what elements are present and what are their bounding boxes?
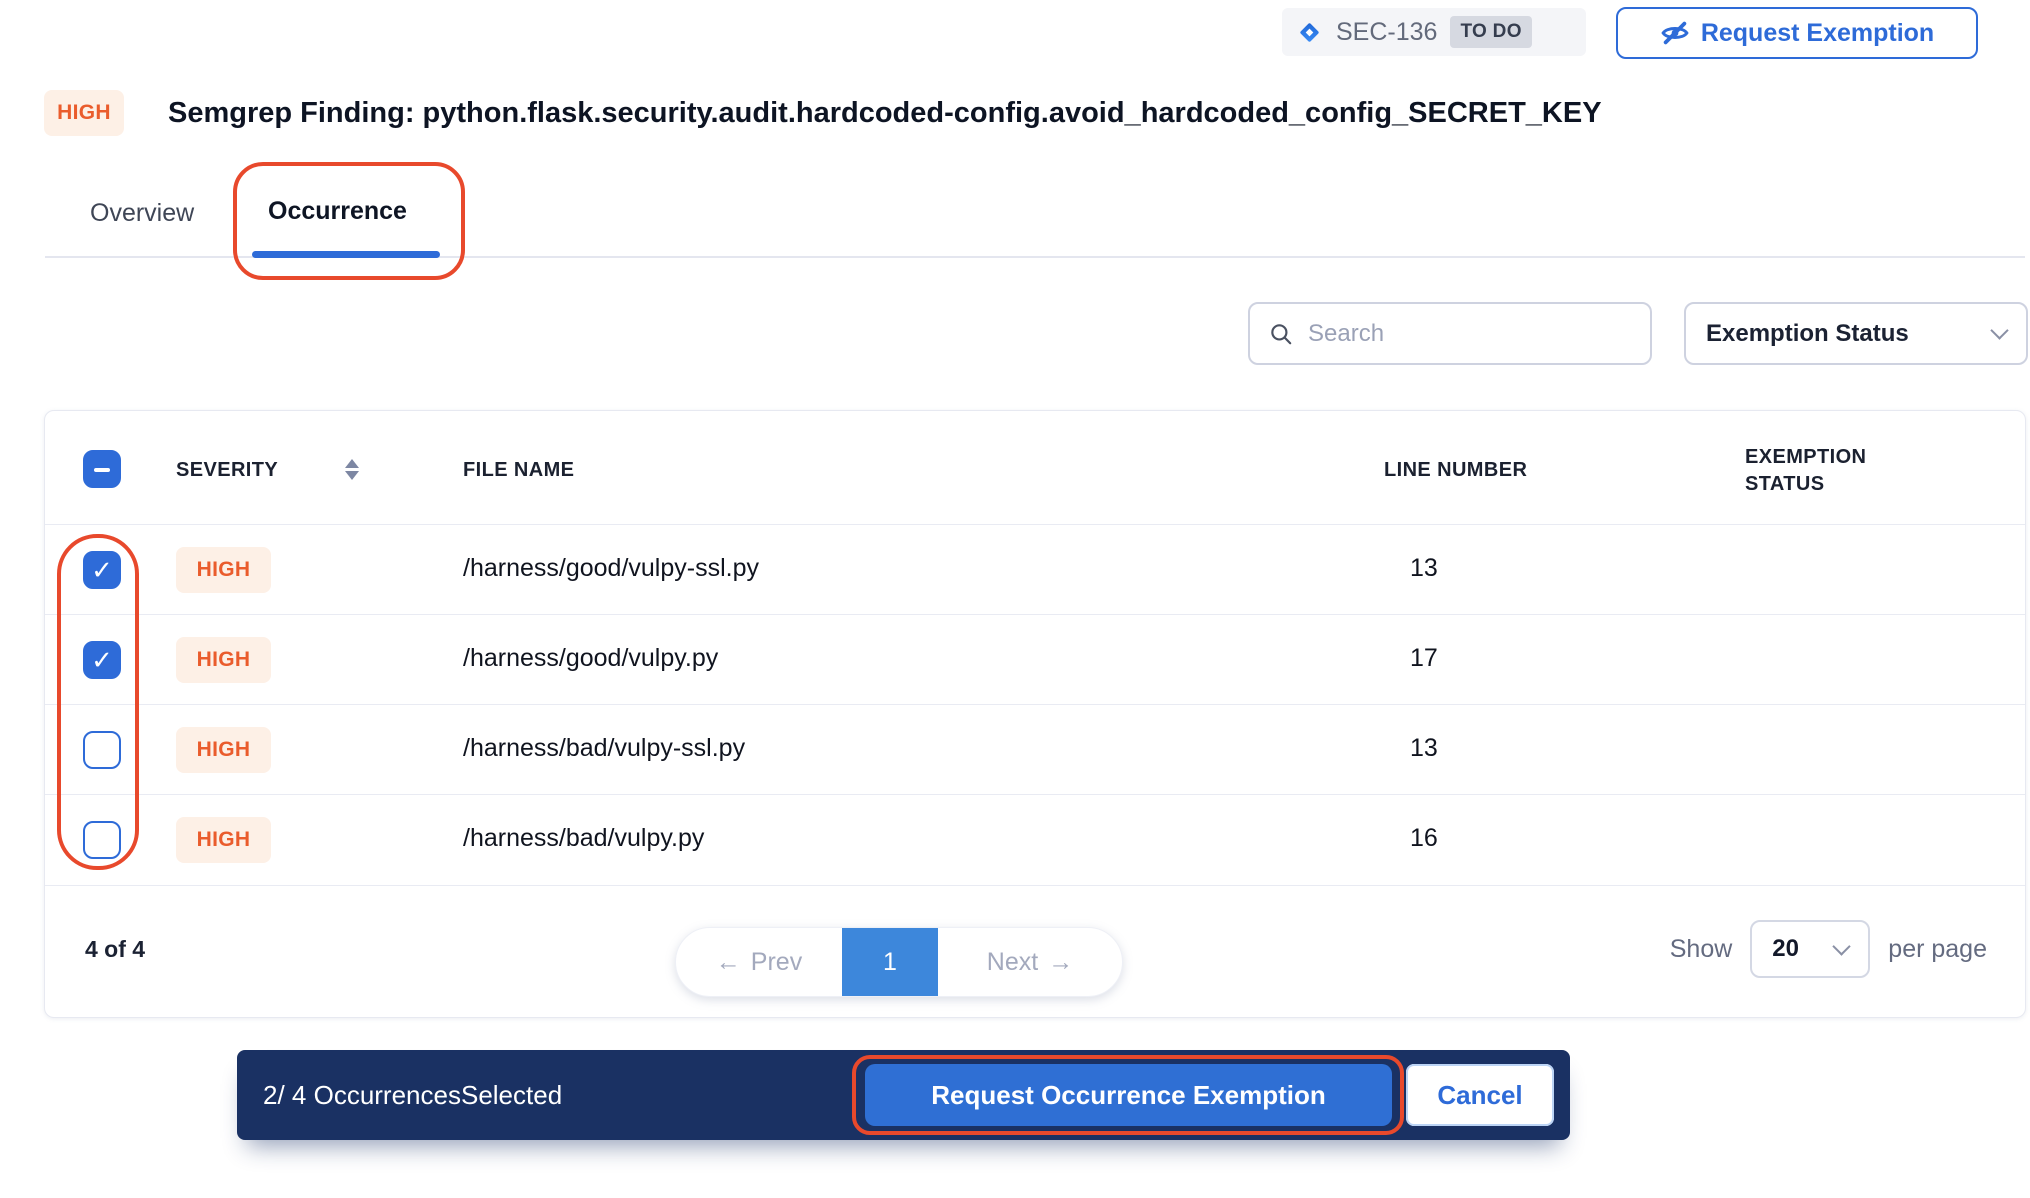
page-size-select[interactable]: 20 (1750, 920, 1870, 978)
column-header-line-number: LINE NUMBER (1384, 459, 1527, 482)
active-tab-underline (252, 251, 440, 258)
table-row: ✓ HIGH /harness/good/vulpy.py 17 (45, 614, 2025, 704)
file-name-cell: /harness/bad/vulpy-ssl.py (463, 734, 745, 763)
request-occurrence-exemption-button[interactable]: Request Occurrence Exemption (865, 1064, 1392, 1126)
jira-icon (1296, 19, 1323, 46)
row-checkbox[interactable]: ✓ (83, 731, 121, 769)
selection-count-label: 2/ 4 OccurrencesSelected (263, 1080, 562, 1111)
file-name-cell: /harness/good/vulpy.py (463, 644, 718, 673)
page-number-button[interactable]: 1 (842, 928, 938, 996)
arrow-right-icon: → (1048, 948, 1073, 977)
severity-badge: HIGH (176, 817, 271, 863)
row-checkbox[interactable]: ✓ (83, 821, 121, 859)
table-row: ✓ HIGH /harness/bad/vulpy-ssl.py 13 (45, 704, 2025, 794)
prev-page-button[interactable]: ← Prev (676, 928, 842, 996)
tab-occurrence[interactable]: Occurrence (268, 197, 407, 226)
request-exemption-button[interactable]: Request Exemption (1616, 7, 1978, 59)
pagination: ← Prev 1 Next → (675, 927, 1123, 997)
search-field[interactable] (1248, 302, 1652, 365)
line-number-cell: 16 (1410, 824, 1438, 853)
line-number-cell: 13 (1410, 734, 1438, 763)
column-header-file-name: FILE NAME (463, 459, 574, 482)
page-title: Semgrep Finding: python.flask.security.a… (168, 97, 1602, 130)
search-icon (1268, 321, 1294, 347)
per-page-label: per page (1888, 935, 1987, 964)
page-size-value: 20 (1772, 935, 1799, 963)
jira-issue-key: SEC-136 (1336, 18, 1437, 47)
search-input[interactable] (1308, 320, 1632, 348)
severity-badge: HIGH (176, 547, 271, 593)
line-number-cell: 13 (1410, 554, 1438, 583)
eye-off-icon (1660, 18, 1690, 48)
severity-badge: HIGH (176, 727, 271, 773)
table-row: ✓ HIGH /harness/good/vulpy-ssl.py 13 (45, 524, 2025, 614)
jira-status-badge: TO DO (1450, 16, 1531, 48)
sort-severity-icon[interactable] (345, 459, 359, 480)
arrow-left-icon: ← (716, 948, 741, 977)
selection-action-bar: 2/ 4 OccurrencesSelected Request Occurre… (237, 1050, 1570, 1140)
column-header-exemption-status: EXEMPTION STATUS (1745, 444, 1905, 498)
file-name-cell: /harness/good/vulpy-ssl.py (463, 554, 759, 583)
next-page-button[interactable]: Next → (938, 928, 1122, 996)
chevron-down-icon (1833, 937, 1851, 955)
cancel-button[interactable]: Cancel (1406, 1064, 1554, 1126)
select-all-checkbox[interactable] (83, 450, 121, 488)
row-checkbox[interactable]: ✓ (83, 551, 121, 589)
severity-badge: HIGH (176, 637, 271, 683)
row-checkbox[interactable]: ✓ (83, 641, 121, 679)
table-footer: 4 of 4 ← Prev 1 Next → Show 20 per page (45, 885, 2025, 1018)
occurrences-table: SEVERITY FILE NAME LINE NUMBER EXEMPTION… (44, 410, 2026, 1018)
row-count: 4 of 4 (85, 936, 145, 963)
exemption-status-filter-label: Exemption Status (1706, 320, 1909, 348)
file-name-cell: /harness/bad/vulpy.py (463, 824, 704, 853)
request-exemption-label: Request Exemption (1701, 19, 1934, 48)
jira-ticket-chip[interactable]: SEC-136 TO DO (1282, 8, 1586, 56)
show-label: Show (1670, 935, 1733, 964)
line-number-cell: 17 (1410, 644, 1438, 673)
chevron-down-icon (1990, 321, 2008, 339)
exemption-status-filter[interactable]: Exemption Status (1684, 302, 2028, 365)
finding-severity-badge: HIGH (44, 90, 124, 136)
tab-overview[interactable]: Overview (90, 199, 194, 228)
column-header-severity: SEVERITY (176, 459, 278, 482)
table-row: ✓ HIGH /harness/bad/vulpy.py 16 (45, 794, 2025, 884)
